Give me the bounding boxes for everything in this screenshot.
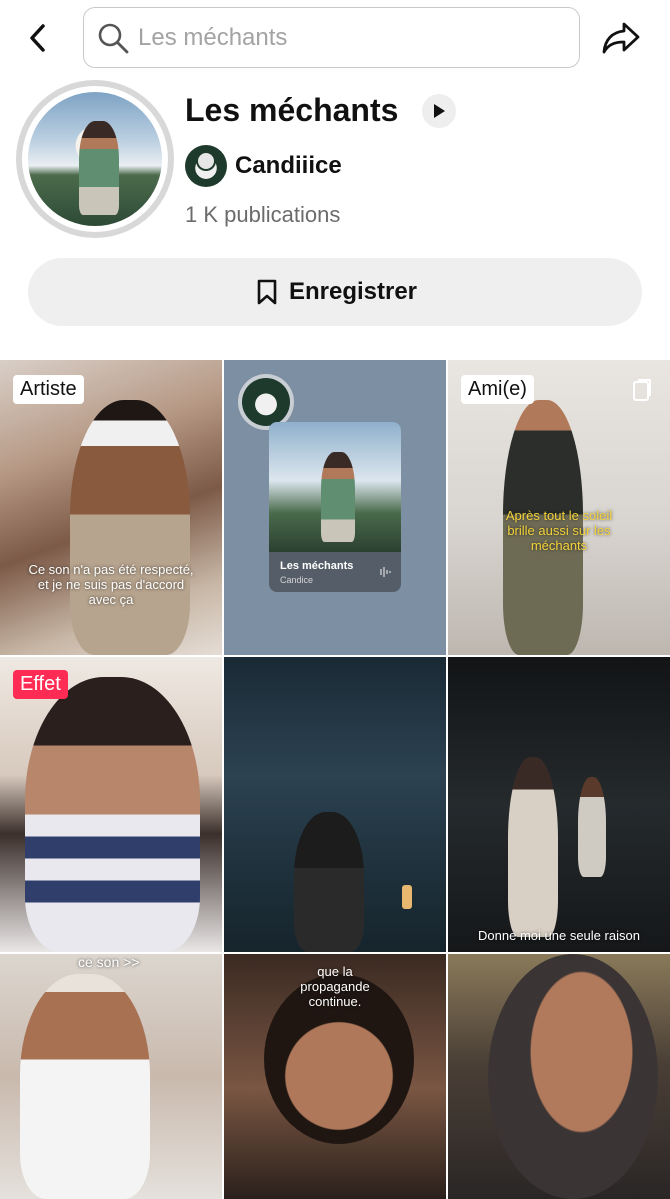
search-input[interactable]: Les méchants bbox=[83, 7, 580, 68]
video-thumbnail[interactable]: Effet bbox=[0, 657, 222, 952]
multi-photo-icon bbox=[633, 379, 651, 401]
play-icon bbox=[434, 104, 445, 118]
sound-cover-image bbox=[28, 92, 162, 226]
share-button[interactable] bbox=[598, 16, 644, 60]
video-grid: Artiste Ce son n'a pas été respecté, et … bbox=[0, 360, 670, 1199]
top-bar: Les méchants bbox=[0, 0, 670, 78]
video-caption: Après tout le soleil brille aussi sur le… bbox=[505, 508, 613, 553]
video-thumbnail[interactable]: que la propagande continue. bbox=[224, 954, 446, 1199]
video-thumbnail[interactable]: Donne moi une seule raison bbox=[448, 657, 670, 952]
video-caption: Ce son n'a pas été respecté, et je ne su… bbox=[28, 562, 194, 607]
video-thumbnail[interactable]: Les méchants Candice bbox=[224, 360, 446, 655]
video-caption: ce son >> bbox=[78, 954, 140, 970]
music-card-artist: Candice bbox=[280, 575, 314, 585]
music-card: Les méchants Candice bbox=[269, 422, 401, 592]
video-thumbnail[interactable] bbox=[448, 954, 670, 1199]
effect-badge: Effet bbox=[13, 670, 68, 699]
friend-badge: Ami(e) bbox=[461, 375, 534, 404]
creator-avatar bbox=[185, 145, 227, 187]
search-placeholder: Les méchants bbox=[138, 23, 288, 51]
save-button[interactable]: Enregistrer bbox=[28, 258, 642, 326]
creator-link[interactable]: Candiiice bbox=[185, 145, 342, 187]
search-icon bbox=[96, 21, 130, 55]
back-button[interactable] bbox=[18, 18, 58, 58]
sound-title: Les méchants bbox=[185, 92, 399, 128]
creator-name: Candiiice bbox=[235, 152, 342, 179]
sound-wave-icon bbox=[380, 567, 391, 577]
video-thumbnail[interactable] bbox=[224, 657, 446, 952]
music-card-title: Les méchants bbox=[280, 560, 354, 572]
video-thumbnail[interactable]: Ami(e) Après tout le soleil brille aussi… bbox=[448, 360, 670, 655]
video-thumbnail[interactable]: Artiste Ce son n'a pas été respecté, et … bbox=[0, 360, 222, 655]
play-button[interactable] bbox=[422, 94, 456, 128]
save-label: Enregistrer bbox=[288, 278, 418, 305]
sound-cover[interactable] bbox=[16, 80, 174, 238]
publication-count: 1 K publications bbox=[185, 202, 341, 227]
back-arrow-icon bbox=[30, 24, 45, 52]
bookmark-icon bbox=[253, 278, 281, 306]
video-caption: Donne moi une seule raison bbox=[478, 928, 640, 943]
artist-badge: Artiste bbox=[13, 375, 84, 404]
video-thumbnail[interactable]: ce son >> bbox=[0, 954, 222, 1199]
share-icon bbox=[602, 22, 640, 54]
video-caption: que la propagande continue. bbox=[300, 964, 370, 1009]
